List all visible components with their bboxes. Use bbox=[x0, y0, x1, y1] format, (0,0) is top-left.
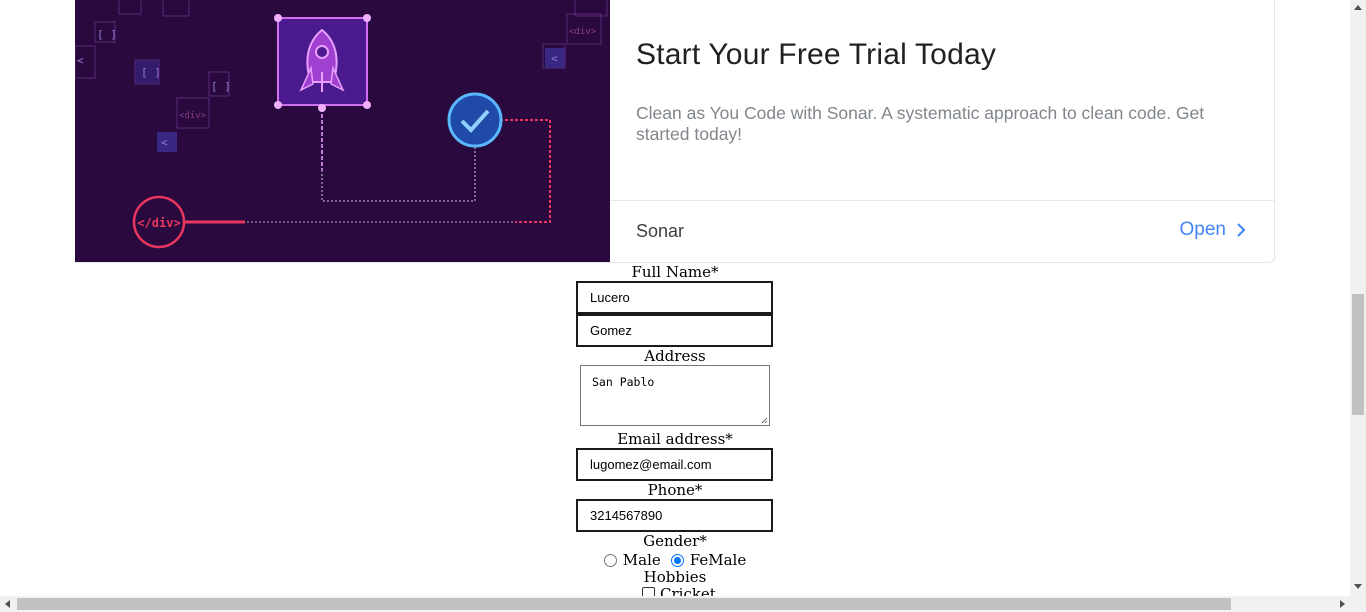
svg-text:<: < bbox=[551, 52, 558, 65]
art-closing-div-tag: </div> bbox=[137, 216, 180, 230]
phone-input[interactable]: 3214567890 bbox=[576, 499, 773, 532]
ad-illustration: [ ] [ ] [ ] < < < <div> <div> </div> bbox=[75, 0, 610, 262]
ad-brand-name: Sonar bbox=[636, 221, 685, 241]
art-div-tag: <div> bbox=[179, 111, 207, 121]
gender-female-radio[interactable] bbox=[670, 553, 684, 567]
scroll-right-arrow-icon[interactable] bbox=[1340, 600, 1346, 608]
scroll-up-arrow-icon[interactable] bbox=[1354, 4, 1362, 10]
ad-footer: Sonar Open bbox=[610, 200, 1274, 262]
resize-grip-icon[interactable] bbox=[760, 416, 768, 424]
scroll-left-arrow-icon[interactable] bbox=[4, 600, 10, 608]
gender-female-label: FeMale bbox=[689, 551, 747, 569]
address-value: San Pablo bbox=[592, 375, 655, 389]
phone-label: Phone* bbox=[647, 481, 703, 499]
scroll-down-arrow-icon[interactable] bbox=[1354, 584, 1362, 590]
address-label: Address bbox=[644, 347, 706, 365]
email-label: Email address* bbox=[617, 430, 733, 448]
chevron-right-icon bbox=[1237, 223, 1246, 237]
ad-open-button[interactable]: Open bbox=[1180, 219, 1246, 241]
ad-open-label: Open bbox=[1179, 219, 1226, 240]
email-input[interactable]: lugomez@email.com bbox=[576, 448, 773, 481]
svg-text:[ ]: [ ] bbox=[211, 80, 231, 93]
ad-description: Clean as You Code with Sonar. A systemat… bbox=[636, 103, 1205, 144]
svg-text:<: < bbox=[161, 136, 168, 149]
address-textarea[interactable]: San Pablo bbox=[580, 365, 770, 426]
gender-radio-group: Male FeMale bbox=[0, 551, 1350, 569]
svg-text:[ ]: [ ] bbox=[141, 66, 161, 79]
ad-title: Start Your Free Trial Today bbox=[636, 38, 997, 71]
horizontal-scroll-thumb[interactable] bbox=[17, 598, 1231, 610]
svg-text:<: < bbox=[77, 54, 84, 67]
first-name-input[interactable]: Lucero bbox=[576, 281, 773, 314]
sonar-ad-banner[interactable]: [ ] [ ] [ ] < < < <div> <div> </div> Sta… bbox=[75, 0, 1275, 263]
svg-text:[ ]: [ ] bbox=[97, 28, 117, 41]
gender-male-label: Male bbox=[622, 551, 661, 569]
vertical-scroll-thumb[interactable] bbox=[1352, 294, 1364, 415]
last-name-input[interactable]: Gomez bbox=[576, 314, 773, 347]
full-name-label: Full Name* bbox=[631, 263, 719, 281]
svg-text:<div>: <div> bbox=[569, 27, 597, 37]
hobbies-label: Hobbies bbox=[643, 568, 707, 586]
gender-label: Gender* bbox=[643, 532, 707, 550]
gender-male-radio[interactable] bbox=[603, 553, 617, 567]
